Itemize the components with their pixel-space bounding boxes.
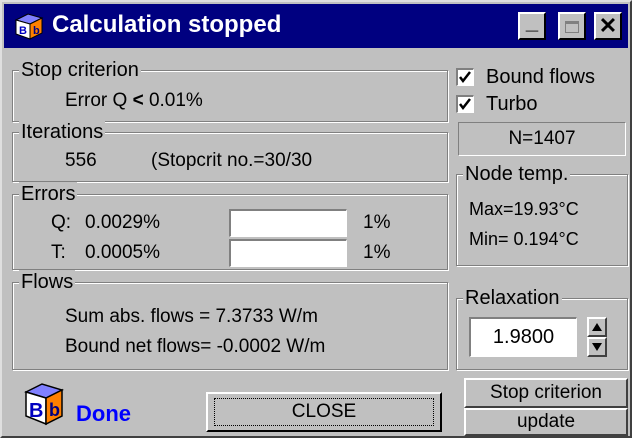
svg-text:B: B <box>19 25 27 37</box>
stop-criterion-value: Error Q < 0.01% <box>65 90 203 111</box>
minimize-icon: _ <box>525 9 539 34</box>
stop-criterion-legend: Stop criterion <box>19 58 141 82</box>
turbo-label: Turbo <box>486 93 538 115</box>
iterations-legend: Iterations <box>19 120 106 144</box>
close-button[interactable]: CLOSE <box>206 392 442 432</box>
errors-legend: Errors <box>19 182 78 206</box>
iterations-count: 556 <box>65 150 97 171</box>
relaxation-increase-button[interactable] <box>587 317 607 337</box>
svg-text:b: b <box>33 25 40 37</box>
status-done-text: Done <box>76 401 131 426</box>
sum-abs-flows: Sum abs. flows = 7.3733 W/m <box>65 306 318 327</box>
arrow-up-icon <box>592 323 602 331</box>
arrow-down-icon <box>592 343 602 351</box>
relaxation-group: Relaxation <box>456 286 628 370</box>
errors-group: Errors Q: 0.0029% 1% T: 0.0005% 1% <box>12 182 448 270</box>
checkmark-icon <box>459 98 471 111</box>
node-temp-min: Min= 0.194°C <box>469 229 579 249</box>
node-temp-group: Node temp. Max=19.93°C Min= 0.194°C <box>456 162 628 266</box>
flows-legend: Flows <box>19 270 76 294</box>
flows-group: Flows Sum abs. flows = 7.3733 W/m Bound … <box>12 270 448 370</box>
maximize-button <box>558 12 586 40</box>
error-t-value: 0.0005% <box>85 242 161 263</box>
relaxation-input[interactable] <box>469 317 577 357</box>
node-temp-max: Max=19.93°C <box>469 199 579 219</box>
bound-flows-checkbox[interactable]: Bound flows <box>454 64 630 90</box>
iterations-group: Iterations 556 (Stopcrit no.=30/30 <box>12 120 448 182</box>
app-icon: B b <box>14 13 44 40</box>
checkmark-icon <box>459 71 471 84</box>
bb-logo-icon: B b <box>24 383 64 426</box>
svg-text:b: b <box>49 400 60 420</box>
update-button[interactable]: update <box>464 408 628 436</box>
turbo-checkbox-box[interactable] <box>456 95 474 113</box>
maximize-icon <box>565 21 579 33</box>
bound-flows-checkbox-box[interactable] <box>456 68 474 86</box>
close-icon: ✕ <box>598 13 618 38</box>
error-q-label: Q: <box>51 212 72 233</box>
n-count-display: N=1407 <box>458 122 626 156</box>
stop-criterion-group: Stop criterion Error Q < 0.01% <box>12 58 448 122</box>
error-q-bar <box>229 209 347 237</box>
error-t-limit: 1% <box>363 242 391 263</box>
bound-flows-label: Bound flows <box>486 66 595 88</box>
error-t-label: T: <box>51 242 66 263</box>
close-button-label: CLOSE <box>214 398 434 426</box>
bound-net-flows: Bound net flows= -0.0002 W/m <box>65 336 326 357</box>
iterations-detail: (Stopcrit no.=30/30 <box>151 150 313 171</box>
stop-criterion-button[interactable]: Stop criterion <box>464 378 628 408</box>
error-q-limit: 1% <box>363 212 391 233</box>
window-title: Calculation stopped <box>52 11 282 38</box>
svg-text:B: B <box>29 400 43 422</box>
relaxation-legend: Relaxation <box>463 286 562 310</box>
calculation-stopped-window: B b Calculation stopped _ ✕ Stop criteri… <box>0 0 632 438</box>
relaxation-decrease-button[interactable] <box>587 337 607 357</box>
close-window-button[interactable]: ✕ <box>594 12 622 40</box>
node-temp-legend: Node temp. <box>463 162 571 186</box>
error-t-bar <box>229 239 347 267</box>
turbo-checkbox[interactable]: Turbo <box>454 91 630 117</box>
title-bar[interactable]: B b Calculation stopped _ ✕ <box>4 4 628 48</box>
minimize-button[interactable]: _ <box>518 9 546 40</box>
error-q-value: 0.0029% <box>85 212 161 233</box>
